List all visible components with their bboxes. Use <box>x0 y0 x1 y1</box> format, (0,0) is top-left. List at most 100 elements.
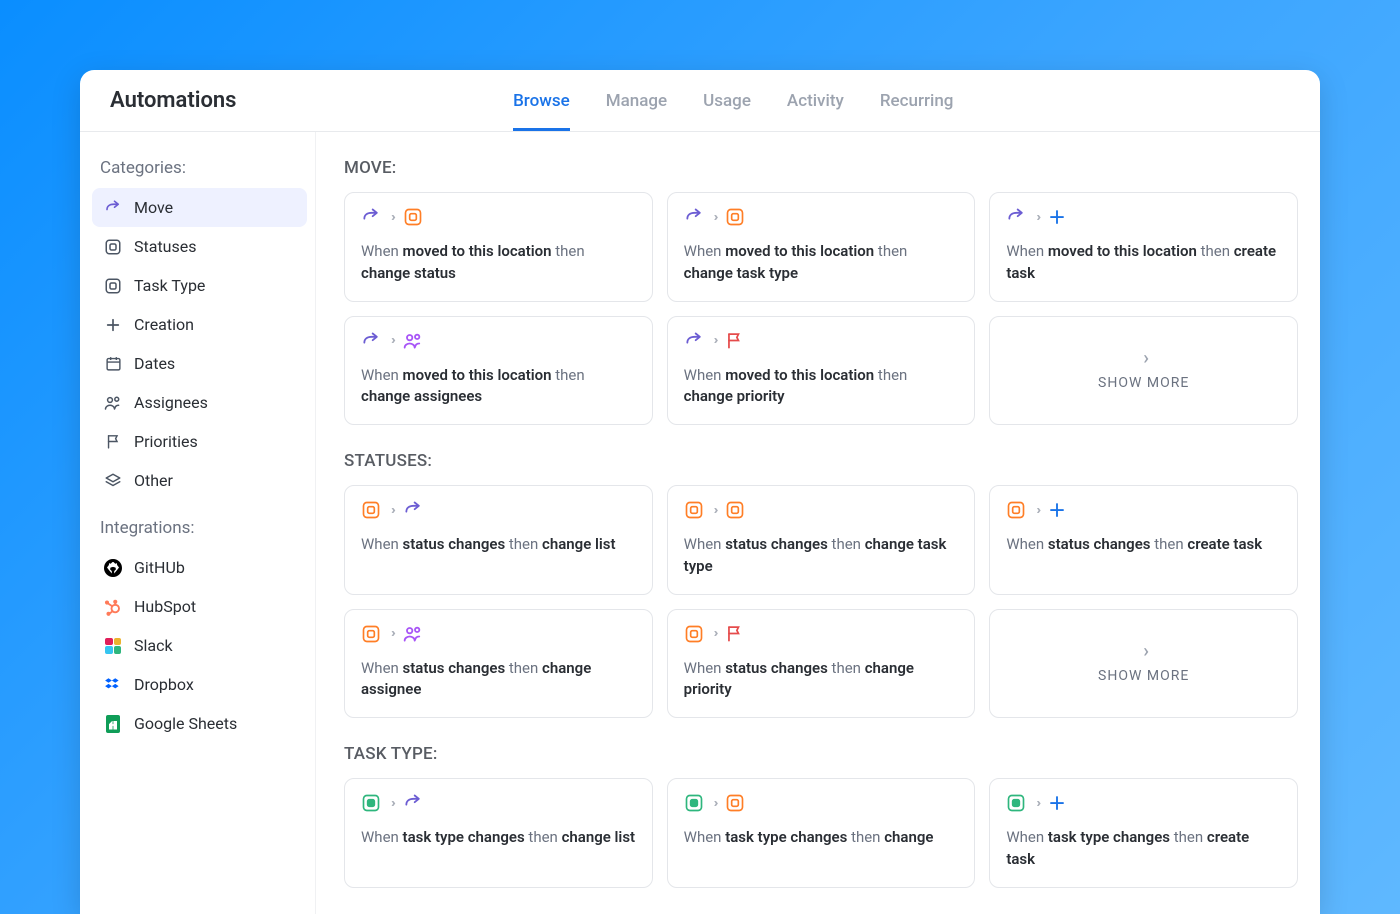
chevron-right-icon: ›› <box>391 210 393 225</box>
show-more-button[interactable]: ››SHOW MORE <box>989 316 1298 426</box>
automation-card[interactable]: ›› When moved to this location then chan… <box>667 192 976 302</box>
card-description: When status changes then change priority <box>684 658 959 702</box>
chevron-right-icon: ›› <box>391 796 393 811</box>
people-purple-icon <box>403 624 423 644</box>
automation-card[interactable]: ›› When moved to this location then chan… <box>344 192 653 302</box>
chevron-right-icon: ›› <box>714 503 716 518</box>
card-icons: ›› <box>361 500 636 520</box>
tab-manage[interactable]: Manage <box>606 70 667 131</box>
status-orange-icon <box>725 207 745 227</box>
sidebar-item-label: Slack <box>134 636 173 655</box>
share-icon <box>1006 207 1026 227</box>
group-title: STATUSES: <box>344 451 1298 471</box>
flag-red-icon <box>725 624 744 643</box>
automation-card[interactable]: ›› When task type changes then change <box>667 778 976 888</box>
card-description: When moved to this location then create … <box>1006 241 1281 285</box>
people-purple-icon <box>403 331 423 351</box>
status-icon <box>104 277 122 295</box>
status-orange-icon <box>725 500 745 520</box>
card-icons: ›› <box>361 331 636 351</box>
chevron-right-icon: ›› <box>391 626 393 641</box>
automation-card[interactable]: ›› When status changes then change task … <box>667 485 976 595</box>
card-description: When moved to this location then change … <box>684 241 959 285</box>
sidebar-item-label: Statuses <box>134 237 197 256</box>
card-icons: ›› <box>1006 207 1281 227</box>
sidebar-item-label: Move <box>134 198 173 217</box>
sidebar-category-task-type[interactable]: Task Type <box>92 266 307 305</box>
card-icons: ›› <box>684 331 959 351</box>
sidebar-item-label: GitHUb <box>134 558 185 577</box>
sidebar-category-other[interactable]: Other <box>92 461 307 500</box>
card-description: When status changes then change assignee <box>361 658 636 702</box>
card-icons: ›› <box>361 207 636 227</box>
sidebar-category-dates[interactable]: Dates <box>92 344 307 383</box>
sidebar-category-move[interactable]: Move <box>92 188 307 227</box>
status-icon <box>104 238 122 256</box>
calendar-icon <box>104 355 122 373</box>
chevron-right-icon: ›› <box>1036 503 1038 518</box>
share-icon <box>361 207 381 227</box>
automation-card[interactable]: ›› When status changes then create task <box>989 485 1298 595</box>
card-description: When task type changes then create task <box>1006 827 1281 871</box>
integrations-label: Integrations: <box>92 510 307 548</box>
chevron-right-icon: ›› <box>1036 796 1038 811</box>
sidebar-category-priorities[interactable]: Priorities <box>92 422 307 461</box>
sidebar-item-label: Task Type <box>134 276 205 295</box>
people-icon <box>104 394 122 412</box>
share-icon <box>104 199 122 217</box>
automation-card[interactable]: ›› When task type changes then create ta… <box>989 778 1298 888</box>
automation-grid: ›› When task type changes then change li… <box>344 778 1298 888</box>
layers-icon <box>104 472 122 490</box>
sidebar: Categories: MoveStatusesTask TypeCreatio… <box>80 132 316 914</box>
hubspot-icon <box>104 598 122 616</box>
status-orange-icon <box>684 500 704 520</box>
card-description: When task type changes then change list <box>361 827 636 849</box>
share-icon <box>684 331 704 351</box>
sidebar-item-label: Priorities <box>134 432 198 451</box>
share-icon <box>403 500 423 520</box>
flag-red-icon <box>725 331 744 350</box>
sidebar-integration-dropbox[interactable]: Dropbox <box>92 665 307 704</box>
card-description: When status changes then create task <box>1006 534 1281 556</box>
chevron-right-icon: ›› <box>1143 641 1144 662</box>
sidebar-integration-github[interactable]: GitHUb <box>92 548 307 587</box>
tab-usage[interactable]: Usage <box>703 70 751 131</box>
sidebar-integration-google-sheets[interactable]: Google Sheets <box>92 704 307 743</box>
page-title: Automations <box>110 88 237 113</box>
automation-card[interactable]: ›› When moved to this location then crea… <box>989 192 1298 302</box>
body: Categories: MoveStatusesTask TypeCreatio… <box>80 132 1320 914</box>
dropbox-icon <box>104 676 122 694</box>
github-icon <box>104 559 122 577</box>
card-description: When moved to this location then change … <box>361 241 636 285</box>
sidebar-item-label: Dropbox <box>134 675 194 694</box>
automation-card[interactable]: ›› When moved to this location then chan… <box>344 316 653 426</box>
tab-browse[interactable]: Browse <box>513 70 570 131</box>
sidebar-integration-slack[interactable]: Slack <box>92 626 307 665</box>
tab-recurring[interactable]: Recurring <box>880 70 954 131</box>
sidebar-category-assignees[interactable]: Assignees <box>92 383 307 422</box>
show-more-button[interactable]: ››SHOW MORE <box>989 609 1298 719</box>
tab-activity[interactable]: Activity <box>787 70 844 131</box>
automation-card[interactable]: ›› When task type changes then change li… <box>344 778 653 888</box>
automation-grid: ›› When moved to this location then chan… <box>344 192 1298 425</box>
sidebar-integration-hubspot[interactable]: HubSpot <box>92 587 307 626</box>
automations-window: Automations Browse Manage Usage Activity Rec… <box>80 70 1320 914</box>
automation-card[interactable]: ›› When status changes then change list <box>344 485 653 595</box>
plus-blue-icon <box>1048 501 1066 519</box>
tab-bar: Browse Manage Usage Activity Recurring <box>513 70 1073 131</box>
sidebar-category-creation[interactable]: Creation <box>92 305 307 344</box>
status-orange-icon <box>361 500 381 520</box>
chevron-right-icon: ›› <box>714 210 716 225</box>
header: Automations Browse Manage Usage Activity Rec… <box>80 70 1320 132</box>
sidebar-item-label: HubSpot <box>134 597 196 616</box>
sidebar-category-statuses[interactable]: Statuses <box>92 227 307 266</box>
status-green-icon <box>684 793 704 813</box>
status-orange-icon <box>725 793 745 813</box>
automation-card[interactable]: ›› When status changes then change assig… <box>344 609 653 719</box>
card-description: When status changes then change task typ… <box>684 534 959 578</box>
automation-card[interactable]: ›› When moved to this location then chan… <box>667 316 976 426</box>
automation-card[interactable]: ›› When status changes then change prior… <box>667 609 976 719</box>
card-icons: ›› <box>684 793 959 813</box>
show-more-label: SHOW MORE <box>1098 375 1189 391</box>
sidebar-item-label: Dates <box>134 354 175 373</box>
